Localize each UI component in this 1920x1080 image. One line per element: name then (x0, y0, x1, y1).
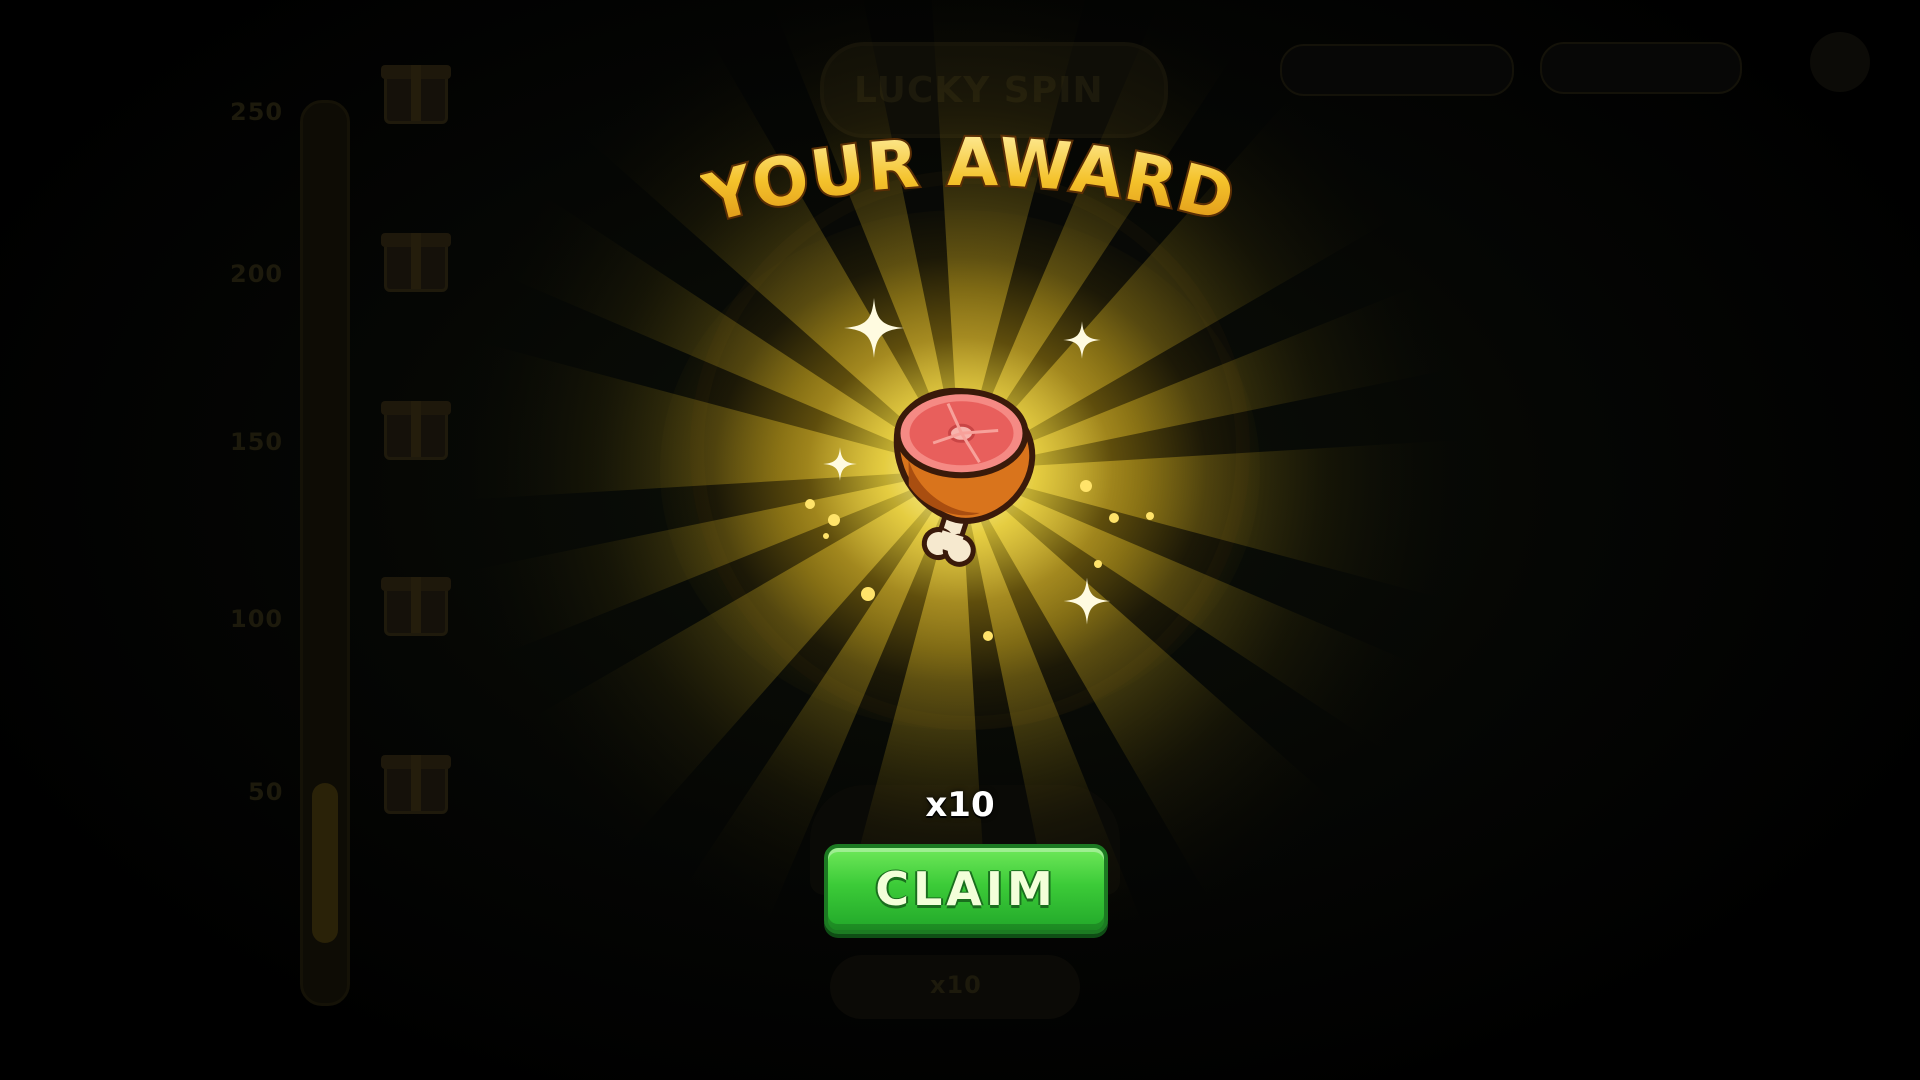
progress-tick-label: 100 (230, 605, 284, 633)
game-screen: 250 200 150 100 50 LUCKY SPIN x10 (0, 0, 1920, 1080)
progress-tick-label: 250 (230, 98, 284, 126)
hud-energy-bar (1540, 42, 1742, 94)
progress-tick-label: 200 (230, 260, 284, 288)
spin-cost-label: x10 (930, 971, 982, 999)
sparkle-icon (844, 298, 904, 358)
claim-button[interactable]: CLAIM (824, 844, 1108, 934)
sparkle-icon (1063, 321, 1101, 359)
progress-bar (300, 100, 350, 1006)
progress-tick-label: 50 (248, 778, 284, 806)
reward-quantity: x10 (925, 785, 995, 825)
sparkle-icon (823, 447, 857, 481)
settings-icon[interactable] (1810, 32, 1870, 92)
progress-fill (312, 783, 338, 943)
svg-text:YOUR AWARD: YOUR AWARD (700, 124, 1240, 230)
meat-leg-icon (893, 387, 1036, 567)
claim-button-label: CLAIM (875, 862, 1057, 916)
spin-cost: x10 (830, 955, 1080, 1019)
award-title: YOUR AWARD (700, 122, 1240, 230)
award-title-text: YOUR AWARD (700, 122, 1240, 230)
progress-tick-label: 150 (230, 428, 284, 456)
